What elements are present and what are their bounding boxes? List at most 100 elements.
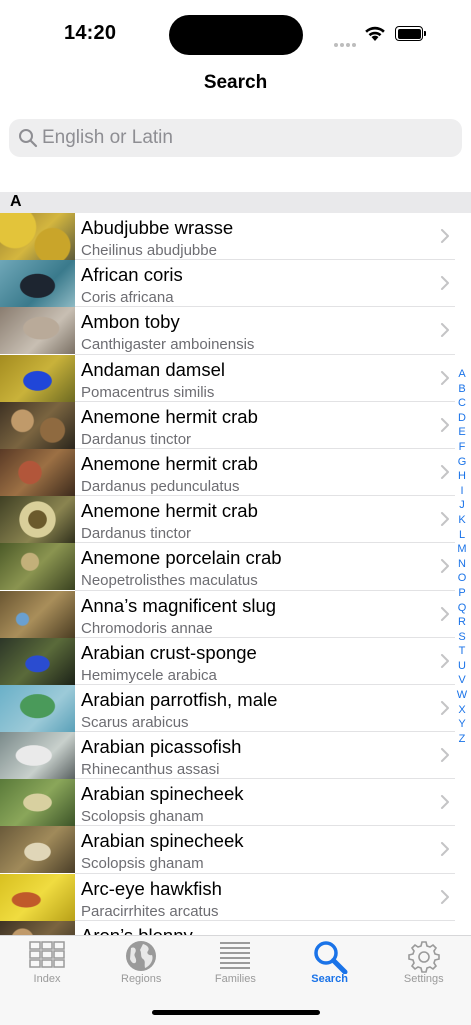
chevron-right-icon xyxy=(441,889,449,904)
list-item[interactable]: Aron’s blenny xyxy=(0,920,471,935)
search-input[interactable] xyxy=(42,119,442,157)
species-thumbnail xyxy=(0,637,75,685)
index-letter[interactable]: R xyxy=(455,615,469,630)
list-item[interactable]: Andaman damsel Pomacentrus similis xyxy=(0,354,471,402)
cellular-signal-icon xyxy=(334,34,358,47)
search-icon xyxy=(312,940,348,975)
species-latin-name: Cheilinus abudjubbe xyxy=(81,242,217,259)
list-item[interactable]: Anemone hermit crab Dardanus tinctor xyxy=(0,401,471,449)
gear-icon xyxy=(406,940,442,974)
index-letter[interactable]: U xyxy=(455,659,469,674)
status-time: 14:20 xyxy=(64,22,117,44)
index-letter[interactable]: V xyxy=(455,673,469,688)
section-header-letter: A xyxy=(10,193,22,210)
list-item[interactable]: Arc-eye hawkfish Paracirrhites arcatus xyxy=(0,873,471,921)
species-latin-name: Scolopsis ghanam xyxy=(81,855,204,873)
index-letter[interactable]: Y xyxy=(455,717,469,732)
list-item[interactable]: Abudjubbe wrasse Cheilinus abudjubbe xyxy=(0,213,471,261)
species-common-name: Anemone hermit crab xyxy=(81,452,258,474)
battery-icon xyxy=(395,26,426,41)
species-latin-name: Chromodoris annae xyxy=(81,619,213,637)
index-letter[interactable]: H xyxy=(455,469,469,484)
species-latin-name: Scolopsis ghanam xyxy=(81,808,204,826)
globe-icon xyxy=(123,940,159,974)
index-letter[interactable]: P xyxy=(455,586,469,601)
species-common-name: Anna’s magnificent slug xyxy=(81,594,277,616)
tab-label: Settings xyxy=(403,973,444,985)
species-common-name: African coris xyxy=(81,264,183,286)
chevron-right-icon xyxy=(441,512,449,527)
chevron-right-icon xyxy=(441,229,449,243)
index-letter[interactable]: G xyxy=(455,455,469,470)
species-list[interactable]: Abudjubbe wrasse Cheilinus abudjubbe Afric… xyxy=(0,213,471,935)
status-bar: 14:20 xyxy=(0,0,471,62)
tab-families[interactable]: Families xyxy=(188,936,282,996)
index-letter[interactable]: Q xyxy=(455,601,469,616)
species-common-name: Abudjubbe wrasse xyxy=(81,217,234,238)
grid-icon xyxy=(29,940,65,974)
alphabet-index[interactable]: ABCDEFGHIJKLMNOPQRSTUVWXYZ xyxy=(455,367,469,746)
list-item[interactable]: Arabian spinecheek Scolopsis ghanam xyxy=(0,826,471,874)
tab-settings[interactable]: Settings xyxy=(377,936,471,996)
index-letter[interactable]: N xyxy=(455,557,469,572)
list-item[interactable]: African coris Coris africana xyxy=(0,260,471,308)
index-letter[interactable]: C xyxy=(455,396,469,411)
index-letter[interactable]: Z xyxy=(455,732,469,747)
index-letter[interactable]: F xyxy=(455,440,469,455)
index-letter[interactable]: M xyxy=(455,542,469,557)
chevron-right-icon xyxy=(441,748,449,763)
list-item[interactable]: Ambon toby Canthigaster amboinensis xyxy=(0,307,471,355)
species-latin-name: Paracirrhites arcatus xyxy=(81,902,219,920)
list-item[interactable]: Anna’s magnificent slug Chromodoris annae xyxy=(0,590,471,638)
index-letter[interactable]: L xyxy=(455,528,469,543)
index-letter[interactable]: D xyxy=(455,411,469,426)
index-letter[interactable]: S xyxy=(455,630,469,645)
chevron-right-icon xyxy=(441,464,449,479)
list-item[interactable]: Anemone porcelain crab Neopetrolisthes ma… xyxy=(0,543,471,591)
list-item[interactable]: Anemone hermit crab Dardanus pedunculatus xyxy=(0,448,471,497)
index-letter[interactable]: T xyxy=(455,644,469,659)
species-latin-name: Hemimycele arabica xyxy=(81,666,217,684)
index-letter[interactable]: I xyxy=(455,484,469,499)
chevron-right-icon xyxy=(441,370,449,385)
index-letter[interactable]: O xyxy=(455,571,469,586)
list-item[interactable]: Arabian crust-sponge Hemimycele arabica xyxy=(0,637,471,685)
species-latin-name: Dardanus pedunculatus xyxy=(81,477,240,495)
list-item[interactable]: Arabian parrotfish, male Scarus arabicus xyxy=(0,684,471,733)
species-latin-name: Dardanus tinctor xyxy=(81,525,192,543)
species-common-name: Ambon toby xyxy=(81,311,180,333)
index-letter[interactable]: B xyxy=(455,382,469,397)
species-common-name: Arabian crust-sponge xyxy=(81,641,257,663)
species-thumbnail xyxy=(0,307,75,355)
index-letter[interactable]: X xyxy=(455,703,469,718)
index-letter[interactable]: A xyxy=(455,367,469,382)
species-common-name: Aron’s blenny xyxy=(81,925,193,935)
species-thumbnail xyxy=(0,213,75,260)
tab-regions[interactable]: Regions xyxy=(94,936,188,996)
chevron-right-icon xyxy=(441,700,449,715)
chevron-right-icon xyxy=(441,653,449,668)
species-thumbnail xyxy=(0,260,75,308)
species-thumbnail xyxy=(0,354,75,402)
species-common-name: Andaman damsel xyxy=(81,358,225,380)
section-header: A xyxy=(0,192,471,213)
index-letter[interactable]: K xyxy=(455,513,469,528)
chevron-right-icon xyxy=(441,842,449,857)
index-letter[interactable]: W xyxy=(455,688,469,703)
list-item[interactable]: Arabian picassofish Rhinecanthus assasi xyxy=(0,732,471,780)
tab-search[interactable]: Search xyxy=(283,936,377,996)
index-letter[interactable]: E xyxy=(455,425,469,440)
species-latin-name: Dardanus tinctor xyxy=(81,430,192,448)
list-lines-icon xyxy=(217,940,253,974)
species-thumbnail xyxy=(0,684,75,732)
species-common-name: Arabian parrotfish, male xyxy=(81,688,278,710)
index-letter[interactable]: J xyxy=(455,498,469,513)
tab-index[interactable]: Index xyxy=(0,936,94,996)
species-thumbnail xyxy=(0,732,75,780)
list-item[interactable]: Anemone hermit crab Dardanus tinctor xyxy=(0,496,471,544)
search-bar[interactable] xyxy=(9,119,462,157)
list-item[interactable]: Arabian spinecheek Scolopsis ghanam xyxy=(0,779,471,827)
species-thumbnail xyxy=(0,448,75,496)
species-thumbnail xyxy=(0,401,75,449)
species-common-name: Anemone hermit crab xyxy=(81,500,258,522)
